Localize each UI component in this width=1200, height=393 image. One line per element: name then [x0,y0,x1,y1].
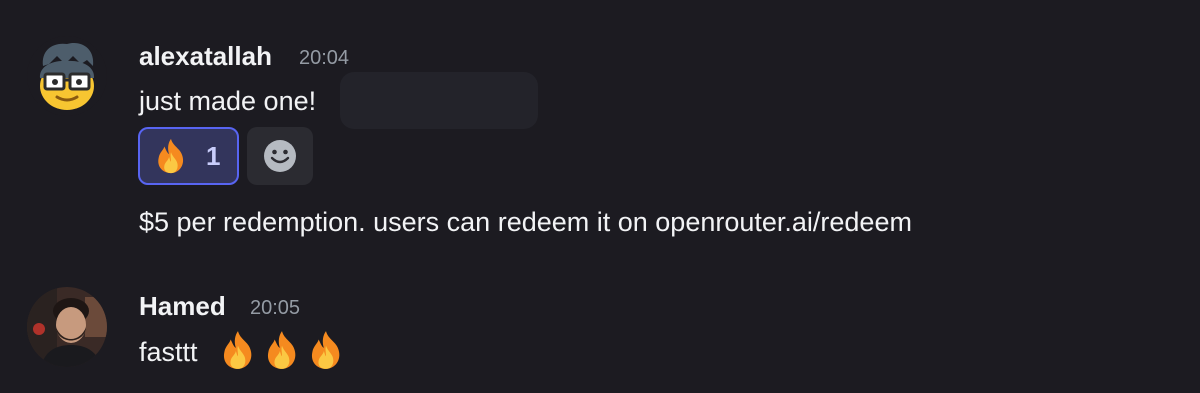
message-text: just made one! [139,86,317,116]
nerd-face-avatar-icon [27,36,107,116]
user-photo-avatar-icon [27,287,107,367]
avatar[interactable] [27,287,107,367]
fire-icon [311,331,340,369]
message-text: fasttt [139,337,198,367]
fire-icon [223,331,252,369]
username[interactable]: alexatallah [139,43,272,69]
smiley-icon [264,140,296,172]
reaction-count: 1 [206,141,221,171]
add-reaction-button[interactable] [247,127,313,185]
fire-icon [158,138,184,174]
timestamp: 20:04 [299,47,350,69]
username[interactable]: Hamed [139,293,226,319]
redacted-block [340,72,538,129]
avatar[interactable] [27,36,107,116]
timestamp: 20:05 [250,297,301,319]
message-text: $5 per redemption. users can redeem it o… [139,207,912,237]
reaction-fire[interactable]: 1 [138,127,239,185]
fire-icon [267,331,296,369]
emoji-row [216,329,348,371]
chat-message-list: alexatallah 20:04 just made one! 1 $5 pe… [0,0,1200,393]
